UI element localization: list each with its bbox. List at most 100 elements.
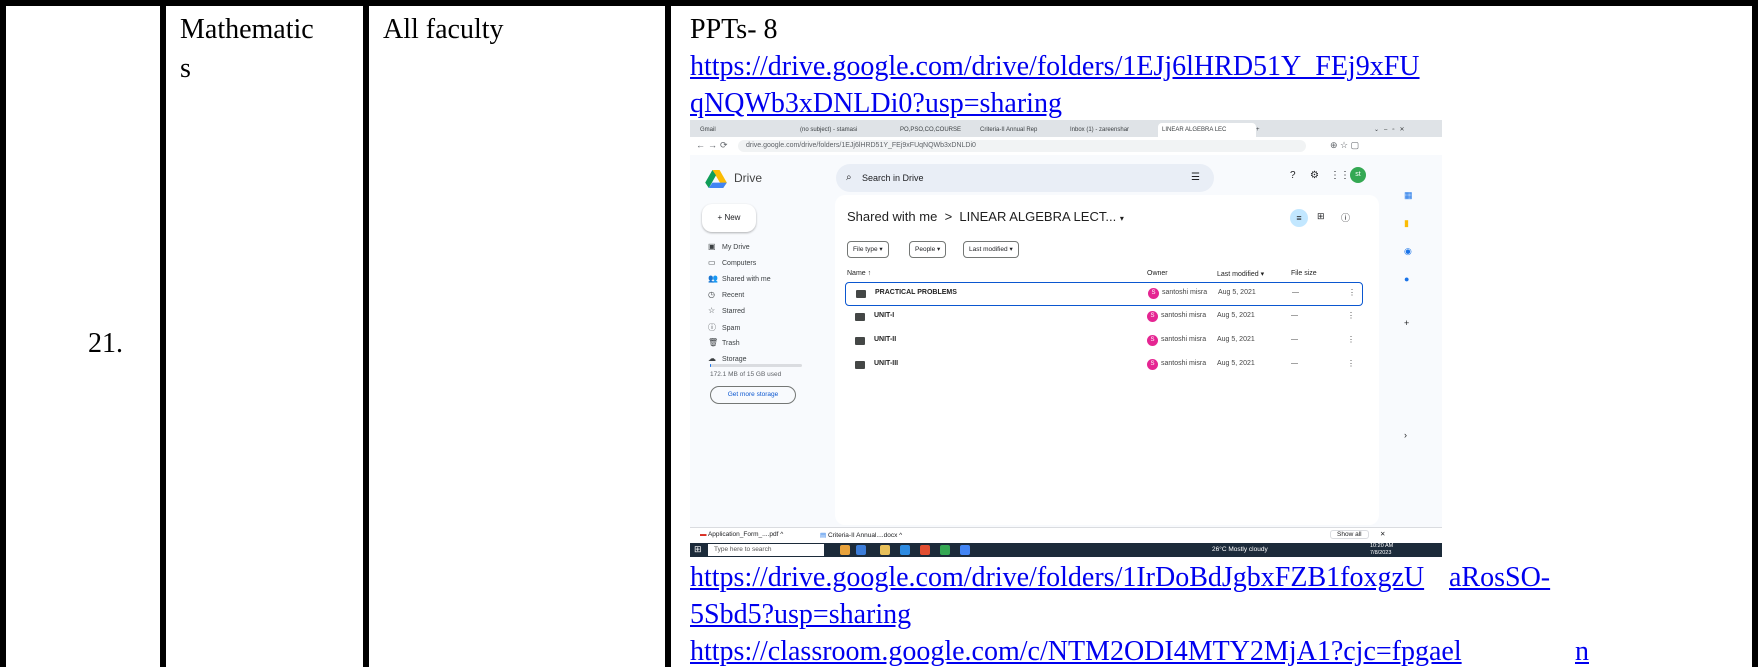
forward-icon[interactable]: → [708, 140, 717, 150]
tasks-icon[interactable]: ◉ [1404, 246, 1412, 257]
browser-tab-active[interactable]: LINEAR ALGEBRA LEC [1158, 123, 1256, 137]
account-avatar[interactable]: st [1350, 167, 1366, 183]
taskbar-app-icon[interactable] [856, 545, 866, 555]
sidebar-item-computers[interactable]: ▭ Computers [708, 258, 756, 267]
browser-tab[interactable]: Inbox (1) - zareenshar [1066, 123, 1162, 137]
more-actions-icon[interactable]: ⋮ [1347, 311, 1355, 320]
close-downloads-icon[interactable]: ✕ [1380, 530, 1385, 538]
search-placeholder: Search in Drive [862, 173, 924, 183]
file-row[interactable]: PRACTICAL PROBLEMS S santoshi misra Aug … [845, 282, 1363, 306]
sidebar-item-my-drive[interactable]: ▣ My Drive [708, 242, 750, 251]
drive-link-2-line2[interactable]: 5Sbd5?usp=sharing [690, 599, 911, 631]
drive-link-1-line1[interactable]: https://drive.google.com/drive/folders/1… [690, 51, 1420, 83]
classroom-link-part1[interactable]: https://classroom.google.com/c/NTM2ODI4M… [690, 636, 1462, 668]
file-row[interactable]: UNIT-III S santoshi misra Aug 5, 2021 — … [845, 354, 1361, 376]
get-more-storage-button[interactable]: Get more storage [710, 386, 796, 404]
new-button[interactable]: + New [702, 204, 756, 232]
sidebar-item-storage[interactable]: ☁ Storage [708, 354, 747, 363]
drive-link-2-part2[interactable]: aRosSO- [1449, 562, 1550, 594]
reload-icon[interactable]: ⟳ [720, 140, 728, 151]
drive-link-1-line2[interactable]: qNQWb3xDNLDi0?usp=sharing [690, 88, 1062, 120]
breadcrumb-root[interactable]: Shared with me [847, 209, 937, 224]
col-size: File size [1291, 270, 1317, 277]
file-row[interactable]: UNIT-I S santoshi misra Aug 5, 2021 — ⋮ [845, 306, 1361, 328]
owner-avatar: S [1147, 311, 1158, 322]
subject-line2: s [180, 53, 191, 84]
file-row[interactable]: UNIT-II S santoshi misra Aug 5, 2021 — ⋮ [845, 330, 1361, 352]
apps-grid-icon[interactable]: ⋮⋮ [1330, 170, 1350, 181]
sidebar-item-starred[interactable]: ☆ Starred [708, 306, 745, 315]
filter-view-icon[interactable]: ≡ [1290, 209, 1308, 227]
file-size: — [1291, 336, 1298, 343]
url-field[interactable]: drive.google.com/drive/folders/1EJj6lHRD… [738, 140, 1306, 152]
browser-tab[interactable]: Gmail [696, 123, 800, 137]
filter-file-type[interactable]: File type ▾ [847, 241, 889, 258]
filter-people[interactable]: People ▾ [909, 241, 947, 258]
sidebar-item-spam[interactable]: ⓘ Spam [708, 322, 740, 333]
address-bar-row: ← → ⟳ drive.google.com/drive/folders/1EJ… [690, 137, 1442, 155]
browser-tab[interactable]: PO,PSO,CO,COURSE [896, 123, 980, 137]
col-modified[interactable]: Last modified ▾ [1217, 270, 1264, 278]
browser-toolbar-icons[interactable]: ⊕ ☆ ▢ [1330, 140, 1359, 151]
grid-view-icon[interactable]: ⊞ [1317, 211, 1325, 222]
drive-link-2-part1[interactable]: https://drive.google.com/drive/folders/1… [690, 562, 1424, 594]
classroom-link-part2[interactable]: n [1575, 636, 1589, 668]
ppts-label: PPTs- 8 [690, 14, 778, 45]
contacts-icon[interactable]: ● [1404, 274, 1409, 284]
browser-tab[interactable]: Criteria-II Annual Rep [976, 123, 1070, 137]
sidebar-item-recent[interactable]: ◷ Recent [708, 290, 744, 299]
more-actions-icon[interactable]: ⋮ [1347, 335, 1355, 344]
new-button-label: New [724, 213, 741, 222]
search-input[interactable]: ⌕ Search in Drive ☰ [836, 164, 1214, 192]
table-col-border-5 [1752, 0, 1758, 667]
col-owner: Owner [1147, 270, 1168, 277]
new-tab-icon[interactable]: + [1252, 123, 1264, 137]
window-controls[interactable]: ⌄ – ▫ ✕ [1370, 123, 1409, 137]
star-icon: ☆ [708, 306, 716, 315]
show-all-button[interactable]: Show all [1330, 530, 1369, 539]
more-actions-icon[interactable]: ⋮ [1347, 359, 1355, 368]
file-modified: Aug 5, 2021 [1217, 312, 1255, 319]
taskbar-app-icon[interactable] [840, 545, 850, 555]
breadcrumb: Shared with me > LINEAR ALGEBRA LECT... … [847, 209, 1124, 224]
taskbar-app-icon[interactable] [940, 545, 950, 555]
taskbar-app-icon[interactable] [880, 545, 890, 555]
taskbar-app-icon[interactable] [920, 545, 930, 555]
app-title: Drive [734, 171, 763, 185]
sidebar-label: Recent [722, 292, 745, 299]
filter-label: People [915, 246, 936, 253]
filter-last-modified[interactable]: Last modified ▾ [963, 241, 1019, 258]
sidebar-label: Storage [722, 356, 747, 363]
taskbar-app-icon[interactable] [960, 545, 970, 555]
drive-logo-icon [705, 170, 727, 188]
table-top-border [0, 0, 1758, 6]
file-name: UNIT-I [874, 312, 895, 319]
owner-avatar: S [1148, 288, 1159, 299]
collapse-panel-icon[interactable]: › [1404, 430, 1407, 440]
faculty: All faculty [383, 14, 504, 45]
info-icon[interactable]: ⓘ [1341, 211, 1350, 224]
windows-start-icon[interactable]: ⊞ [694, 544, 702, 555]
back-icon[interactable]: ← [696, 140, 705, 150]
download-item[interactable]: ▬ Application_Form_....pdf ^ [700, 531, 783, 538]
sidebar-label: Shared with me [722, 276, 771, 283]
download-item[interactable]: ▤ Criteria-II Annual....docx ^ [820, 531, 902, 539]
col-name[interactable]: Name ↑ [847, 270, 871, 277]
sidebar-item-trash[interactable]: 🗑 Trash [708, 338, 740, 347]
browser-tab[interactable]: (no subject) - stamasi [796, 123, 900, 137]
calendar-icon[interactable]: ▦ [1404, 190, 1413, 201]
spam-icon: ⓘ [708, 323, 716, 332]
sidebar-item-shared[interactable]: 👥 Shared with me [708, 274, 771, 283]
table-col-border-2 [160, 0, 166, 667]
breadcrumb-current[interactable]: LINEAR ALGEBRA LECT... [959, 209, 1116, 224]
settings-icon[interactable]: ⚙ [1310, 170, 1319, 181]
more-actions-icon[interactable]: ⋮ [1348, 288, 1356, 297]
dropdown-icon[interactable]: ▾ [1120, 214, 1124, 223]
add-addon-icon[interactable]: + [1404, 318, 1409, 328]
taskbar-search[interactable]: Type here to search [708, 544, 824, 556]
help-icon[interactable]: ? [1290, 170, 1296, 181]
search-icon: ⌕ [846, 172, 852, 183]
keep-icon[interactable]: ▮ [1404, 218, 1409, 229]
taskbar-app-icon[interactable] [900, 545, 910, 555]
search-options-icon[interactable]: ☰ [1191, 164, 1200, 192]
